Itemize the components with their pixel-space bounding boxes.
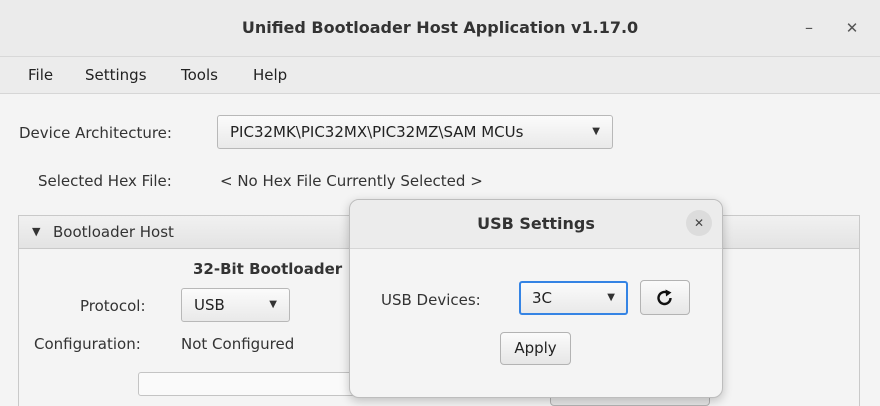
usb-settings-header: USB Settings ✕ [350,200,722,249]
apply-button[interactable]: Apply [500,332,571,365]
chevron-down-icon: ▼ [607,292,615,303]
device-architecture-label: Device Architecture: [19,124,172,142]
menu-bar: File Settings Tools Help [0,57,880,94]
hex-file-label: Selected Hex File: [38,172,172,190]
device-architecture-dropdown[interactable]: PIC32MK\PIC32MX\PIC32MZ\SAM MCUs ▼ [217,115,613,149]
menu-help[interactable]: Help [253,57,287,93]
usb-devices-value: 3C [532,289,553,307]
window-title: Unified Bootloader Host Application v1.1… [241,18,639,37]
hex-file-value: < No Hex File Currently Selected > [220,172,483,190]
window-titlebar: Unified Bootloader Host Application v1.1… [0,0,880,57]
menu-settings[interactable]: Settings [85,57,147,93]
protocol-dropdown[interactable]: USB ▼ [181,288,290,322]
menu-tools[interactable]: Tools [181,57,218,93]
usb-settings-title: USB Settings [477,214,595,233]
close-window-button[interactable]: ✕ [840,16,864,40]
protocol-value: USB [194,296,225,314]
chevron-down-icon: ▼ [269,299,277,310]
protocol-label: Protocol: [80,297,146,315]
refresh-devices-button[interactable] [640,280,690,315]
triangle-down-icon: ▼ [32,225,41,238]
bootloader-subtitle: 32-Bit Bootloader [193,260,343,278]
configuration-label: Configuration: [34,335,141,353]
device-architecture-value: PIC32MK\PIC32MX\PIC32MZ\SAM MCUs [230,123,524,141]
usb-dialog-close-button[interactable]: ✕ [686,210,712,236]
usb-devices-dropdown[interactable]: 3C ▼ [519,281,628,315]
usb-devices-label: USB Devices: [381,291,481,309]
minimize-button[interactable]: – [797,16,821,40]
usb-settings-dialog: USB Settings ✕ USB Devices: 3C ▼ Apply [349,199,723,398]
menu-file[interactable]: File [28,57,53,93]
configuration-value: Not Configured [181,335,295,353]
chevron-down-icon: ▼ [592,126,600,137]
bootloader-host-title: Bootloader Host [53,223,174,241]
refresh-icon [657,289,672,306]
